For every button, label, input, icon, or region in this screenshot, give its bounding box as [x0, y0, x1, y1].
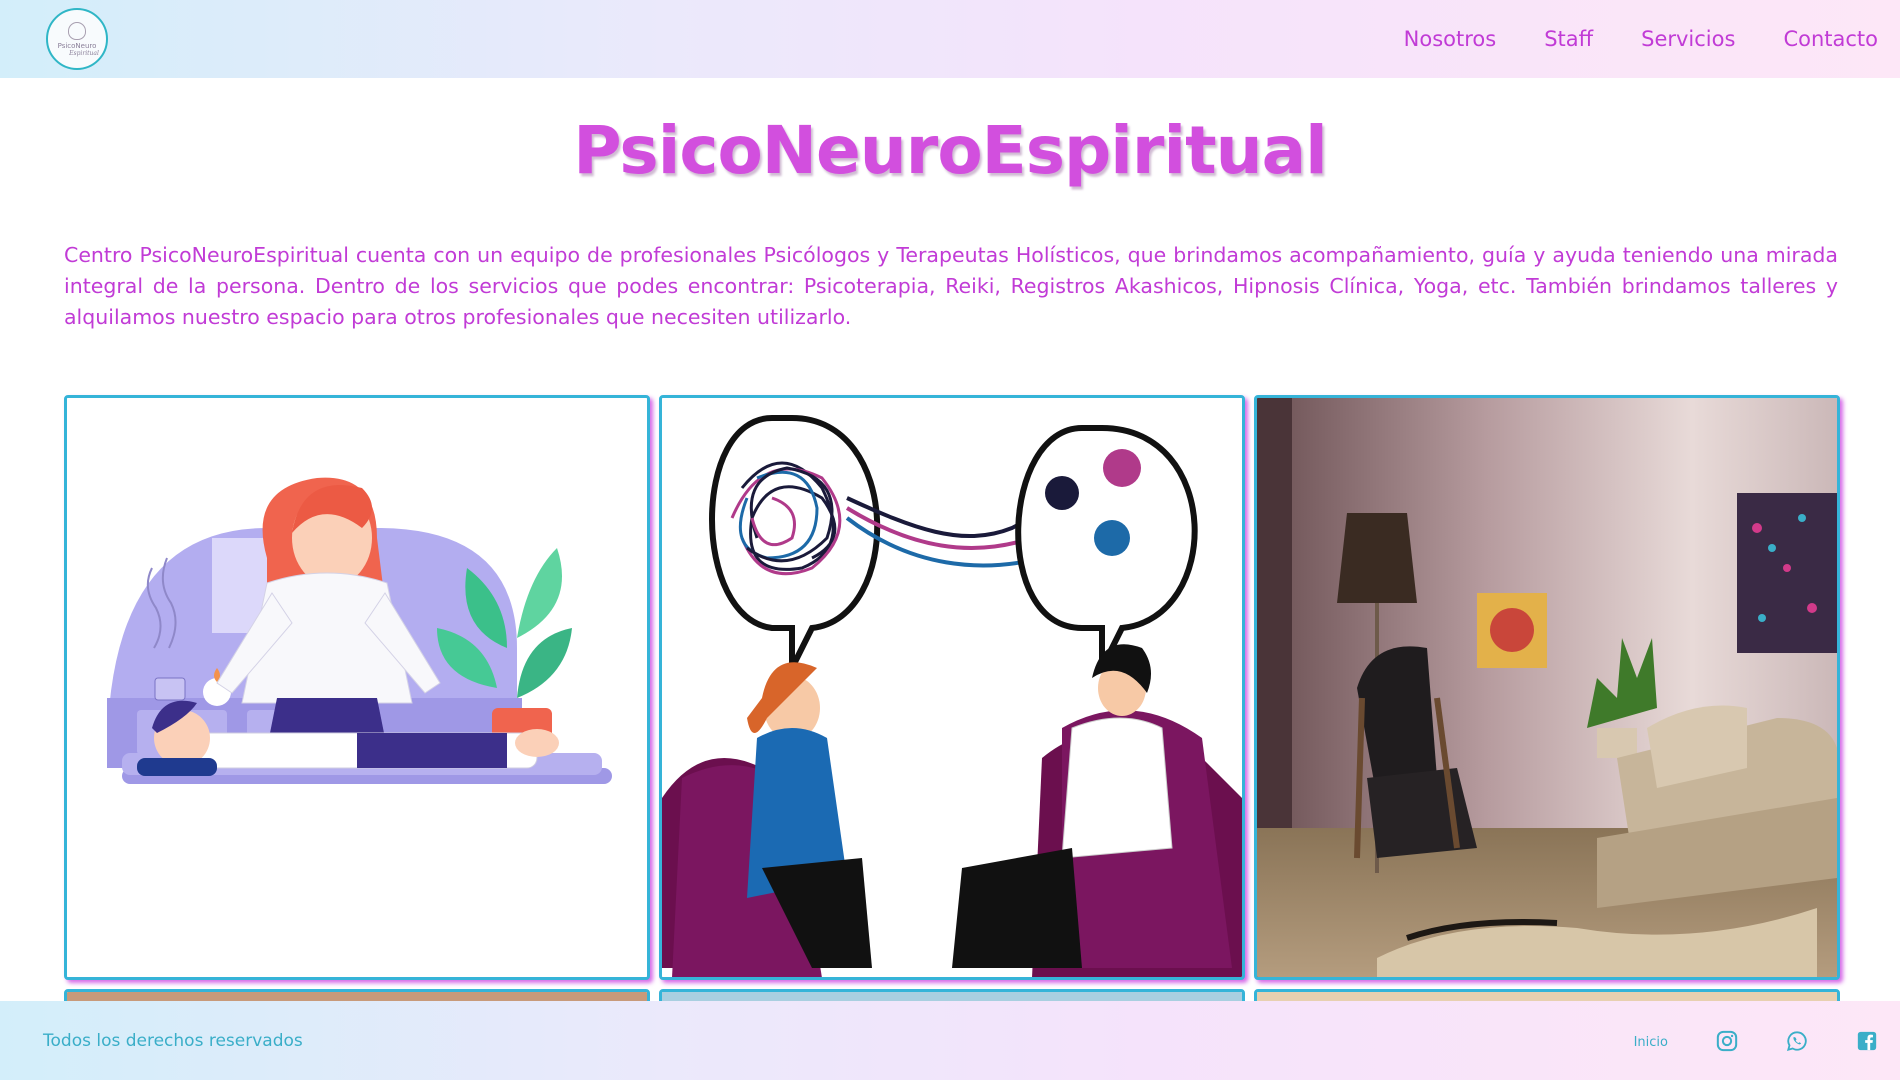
footer-links: Inicio [1634, 1030, 1878, 1052]
whatsapp-icon[interactable] [1786, 1030, 1808, 1052]
intro-paragraph: Centro PsicoNeuroEspiritual cuenta con u… [64, 243, 1838, 329]
nav-link-staff[interactable]: Staff [1544, 27, 1593, 51]
gallery-image-psicoterapia[interactable] [659, 395, 1245, 980]
navbar: PsicoNeuro Espiritual Nosotros Staff Ser… [0, 0, 1900, 78]
nav-link-contacto[interactable]: Contacto [1783, 27, 1878, 51]
nav-link-nosotros[interactable]: Nosotros [1404, 27, 1497, 51]
main-nav: Nosotros Staff Servicios Contacto [1404, 27, 1878, 51]
gallery-image-consultorio[interactable] [1254, 395, 1840, 980]
footer: Todos los derechos reservados Inicio [0, 1001, 1900, 1080]
head-silhouette-icon [68, 21, 86, 40]
logo-text-line1: PsicoNeuro [57, 41, 97, 50]
footer-link-inicio[interactable]: Inicio [1634, 1035, 1668, 1050]
gallery-image-reiki[interactable] [64, 395, 650, 980]
instagram-icon[interactable] [1716, 1030, 1738, 1052]
facebook-icon[interactable] [1856, 1030, 1878, 1052]
logo-text-line2: Espiritual [69, 49, 99, 57]
copyright-text: Todos los derechos reservados [43, 1030, 303, 1051]
brand-logo[interactable]: PsicoNeuro Espiritual [46, 8, 108, 70]
page-title: PsicoNeuroEspiritual [573, 112, 1328, 189]
nav-link-servicios[interactable]: Servicios [1641, 27, 1735, 51]
